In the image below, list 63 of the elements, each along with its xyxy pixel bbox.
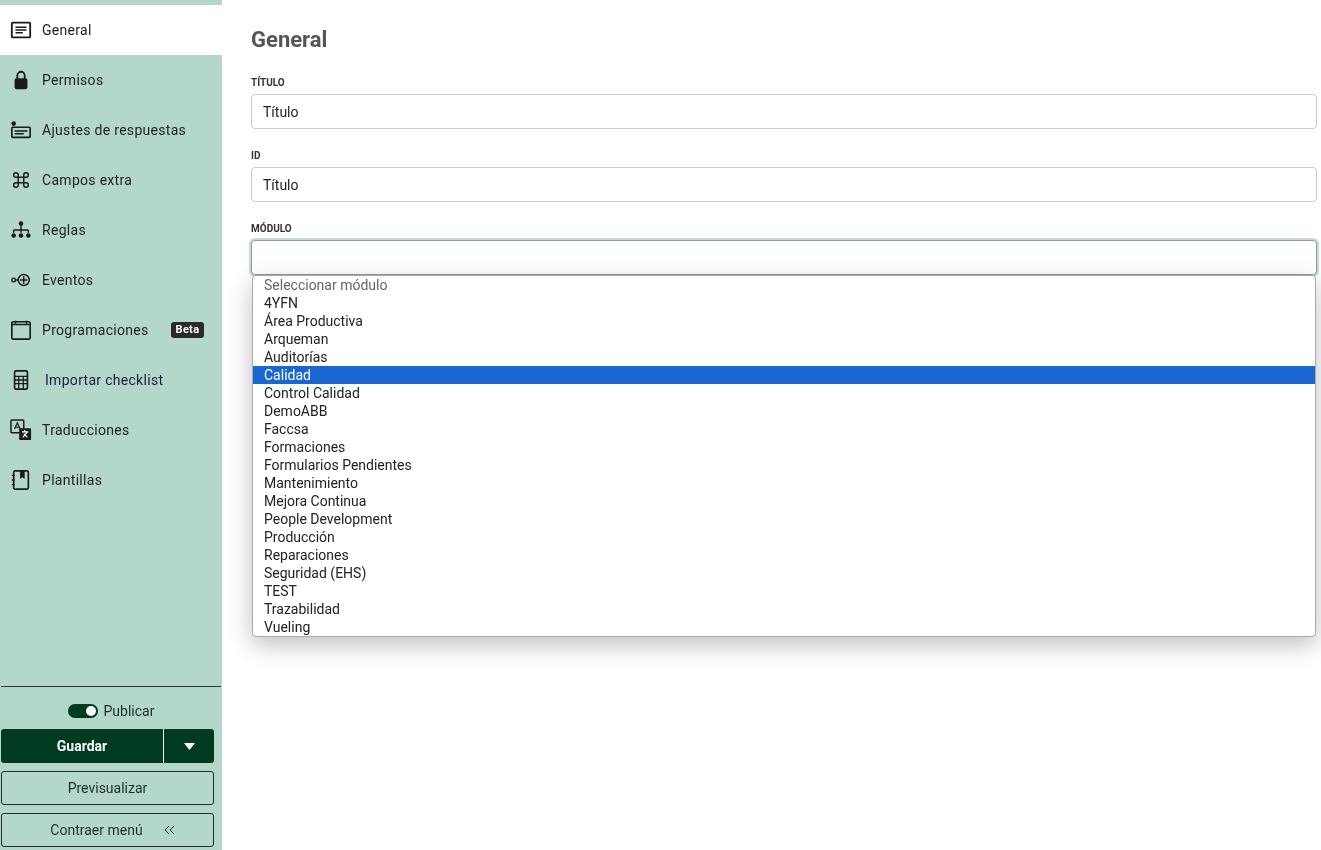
sidebar-item-label: Reglas	[42, 220, 86, 240]
publish-label: Publicar	[103, 701, 155, 721]
page-title: General	[251, 26, 329, 54]
dropdown-option[interactable]: Auditorías	[253, 348, 1315, 366]
command-icon	[10, 169, 32, 191]
text-field[interactable]: Título	[251, 94, 1317, 129]
dropdown-option[interactable]: Formaciones	[253, 438, 1315, 456]
sidebar-item[interactable]: Eventos	[0, 255, 222, 305]
text-field[interactable]: Título	[251, 167, 1317, 202]
sidebar-item[interactable]: General	[0, 5, 222, 55]
dropdown-option[interactable]: Vueling	[253, 618, 1315, 636]
card-list-icon	[10, 119, 32, 141]
sidebar-item-label: Importar checklist	[45, 370, 164, 390]
dropdown-option[interactable]: Faccsa	[253, 420, 1315, 438]
publish-toggle[interactable]	[67, 704, 98, 718]
dropdown-option[interactable]: Calidad	[253, 366, 1315, 384]
sidebar-item[interactable]: Reglas	[0, 205, 222, 255]
dropdown-option[interactable]: People Development	[253, 510, 1315, 528]
beta-badge: Beta	[170, 322, 205, 338]
sidebar-item-label: Permisos	[42, 70, 104, 90]
field-label: ID	[251, 149, 262, 163]
field-label: MÓDULO	[251, 222, 293, 236]
sidebar-item[interactable]: Programaciones Beta	[0, 305, 222, 355]
document-icon	[10, 19, 32, 41]
dropdown-option[interactable]: Área Productiva	[253, 312, 1315, 330]
sidebar-item[interactable]: Ajustes de respuestas	[0, 105, 222, 155]
preview-button[interactable]: Previsualizar	[1, 771, 214, 805]
sidebar-item-label: Campos extra	[42, 170, 133, 190]
save-options-button[interactable]	[164, 729, 214, 763]
save-button[interactable]: Guardar	[1, 729, 164, 763]
dropdown-option[interactable]: Mantenimiento	[253, 474, 1315, 492]
sidebar-item-label: General	[42, 20, 92, 40]
dropdown-option[interactable]: Formularios Pendientes	[253, 456, 1315, 474]
dropdown-option[interactable]: Arqueman	[253, 330, 1315, 348]
sidebar-item-label: Ajustes de respuestas	[42, 120, 187, 140]
dropdown-option[interactable]: Reparaciones	[253, 546, 1315, 564]
dropdown-option[interactable]: Seleccionar módulo	[253, 276, 1315, 294]
collapse-menu-button[interactable]: Contraer menú	[1, 813, 214, 847]
bookmark-book-icon	[10, 469, 32, 491]
dropdown-option[interactable]: Trazabilidad	[253, 600, 1315, 618]
module-select[interactable]	[251, 240, 1317, 275]
sidebar-item[interactable]: Traducciones	[0, 405, 222, 455]
dropdown-option[interactable]: 4YFN	[253, 294, 1315, 312]
sidebar-item[interactable]: Importar checklist	[0, 355, 222, 405]
caret-icon	[183, 742, 195, 750]
dropdown-option[interactable]: Control Calidad	[253, 384, 1315, 402]
sidebar-item-label: Programaciones	[42, 320, 149, 340]
dropdown-option[interactable]: Seguridad (EHS)	[253, 564, 1315, 582]
sidebar-item[interactable]: Permisos	[0, 55, 222, 105]
sidebar-item[interactable]: Campos extra	[0, 155, 222, 205]
dropdown-option[interactable]: DemoABB	[253, 402, 1315, 420]
field-label: TÍTULO	[251, 76, 286, 90]
double-chevron-left-icon	[162, 825, 175, 835]
hierarchy-icon	[10, 219, 32, 241]
sidebar-item-label: Traducciones	[42, 420, 130, 440]
calendar-icon	[10, 319, 32, 341]
dropdown-option[interactable]: Mejora Continua	[253, 492, 1315, 510]
translate-icon	[10, 419, 32, 441]
sidebar-item-label: Plantillas	[42, 470, 103, 490]
sidebar-item[interactable]: Plantillas	[0, 455, 222, 505]
sidebar-item-label: Eventos	[42, 270, 94, 290]
dropdown-option[interactable]: Producción	[253, 528, 1315, 546]
dropdown-option[interactable]: TEST	[253, 582, 1315, 600]
